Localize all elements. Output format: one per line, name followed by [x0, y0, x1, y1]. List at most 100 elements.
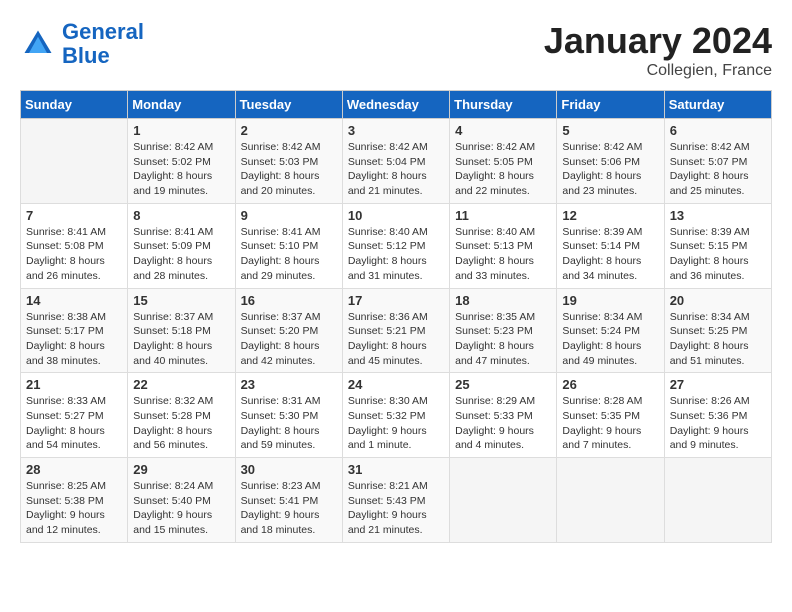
logo-line2: Blue	[62, 43, 110, 68]
day-number: 1	[133, 123, 229, 138]
day-info: Sunrise: 8:25 AM Sunset: 5:38 PM Dayligh…	[26, 479, 122, 538]
day-number: 30	[241, 462, 337, 477]
day-number: 7	[26, 208, 122, 223]
day-info: Sunrise: 8:34 AM Sunset: 5:24 PM Dayligh…	[562, 310, 658, 369]
day-info: Sunrise: 8:39 AM Sunset: 5:15 PM Dayligh…	[670, 225, 766, 284]
day-number: 16	[241, 293, 337, 308]
calendar-day-cell: 28 Sunrise: 8:25 AM Sunset: 5:38 PM Dayli…	[21, 458, 128, 543]
day-info: Sunrise: 8:33 AM Sunset: 5:27 PM Dayligh…	[26, 394, 122, 453]
day-number: 20	[670, 293, 766, 308]
calendar-day-cell: 5 Sunrise: 8:42 AM Sunset: 5:06 PM Daylig…	[557, 119, 664, 204]
calendar-day-cell: 25Sunrise: 8:29 AM Sunset: 5:33 PM Dayli…	[450, 373, 557, 458]
calendar-day-cell: 7Sunrise: 8:41 AM Sunset: 5:08 PM Daylig…	[21, 203, 128, 288]
calendar-day-cell: 16 Sunrise: 8:37 AM Sunset: 5:20 PM Dayli…	[235, 288, 342, 373]
day-info: Sunrise: 8:40 AM Sunset: 5:13 PM Dayligh…	[455, 225, 551, 284]
day-info: Sunrise: 8:34 AM Sunset: 5:25 PM Dayligh…	[670, 310, 766, 369]
calendar-day-cell: 30 Sunrise: 8:23 AM Sunset: 5:41 PM Dayli…	[235, 458, 342, 543]
calendar-week-row: 28 Sunrise: 8:25 AM Sunset: 5:38 PM Dayli…	[21, 458, 772, 543]
day-number: 9	[241, 208, 337, 223]
calendar-day-cell: 8Sunrise: 8:41 AM Sunset: 5:09 PM Daylig…	[128, 203, 235, 288]
day-info: Sunrise: 8:21 AM Sunset: 5:43 PM Dayligh…	[348, 479, 444, 538]
day-info: Sunrise: 8:41 AM Sunset: 5:10 PM Dayligh…	[241, 225, 337, 284]
day-info: Sunrise: 8:31 AM Sunset: 5:30 PM Dayligh…	[241, 394, 337, 453]
calendar-day-cell: 27Sunrise: 8:26 AM Sunset: 5:36 PM Dayli…	[664, 373, 771, 458]
day-number: 14	[26, 293, 122, 308]
day-info: Sunrise: 8:24 AM Sunset: 5:40 PM Dayligh…	[133, 479, 229, 538]
calendar-day-cell: 22Sunrise: 8:32 AM Sunset: 5:28 PM Dayli…	[128, 373, 235, 458]
calendar-week-row: 7Sunrise: 8:41 AM Sunset: 5:08 PM Daylig…	[21, 203, 772, 288]
calendar-day-cell	[450, 458, 557, 543]
day-number: 5	[562, 123, 658, 138]
calendar-day-cell: 13 Sunrise: 8:39 AM Sunset: 5:15 PM Dayli…	[664, 203, 771, 288]
day-info: Sunrise: 8:35 AM Sunset: 5:23 PM Dayligh…	[455, 310, 551, 369]
day-number: 2	[241, 123, 337, 138]
day-info: Sunrise: 8:42 AM Sunset: 5:07 PM Dayligh…	[670, 140, 766, 199]
day-info: Sunrise: 8:38 AM Sunset: 5:17 PM Dayligh…	[26, 310, 122, 369]
calendar-day-cell: 26 Sunrise: 8:28 AM Sunset: 5:35 PM Dayli…	[557, 373, 664, 458]
calendar-day-cell: 20 Sunrise: 8:34 AM Sunset: 5:25 PM Dayli…	[664, 288, 771, 373]
calendar-day-cell: 11 Sunrise: 8:40 AM Sunset: 5:13 PM Dayli…	[450, 203, 557, 288]
day-info: Sunrise: 8:37 AM Sunset: 5:20 PM Dayligh…	[241, 310, 337, 369]
day-number: 26	[562, 377, 658, 392]
day-info: Sunrise: 8:36 AM Sunset: 5:21 PM Dayligh…	[348, 310, 444, 369]
day-info: Sunrise: 8:42 AM Sunset: 5:05 PM Dayligh…	[455, 140, 551, 199]
day-number: 3	[348, 123, 444, 138]
calendar-day-cell: 24Sunrise: 8:30 AM Sunset: 5:32 PM Dayli…	[342, 373, 449, 458]
day-info: Sunrise: 8:28 AM Sunset: 5:35 PM Dayligh…	[562, 394, 658, 453]
day-number: 25	[455, 377, 551, 392]
logo-text: General Blue	[62, 20, 144, 68]
calendar-day-cell	[664, 458, 771, 543]
day-number: 13	[670, 208, 766, 223]
day-info: Sunrise: 8:37 AM Sunset: 5:18 PM Dayligh…	[133, 310, 229, 369]
day-info: Sunrise: 8:42 AM Sunset: 5:06 PM Dayligh…	[562, 140, 658, 199]
calendar-day-cell: 3Sunrise: 8:42 AM Sunset: 5:04 PM Daylig…	[342, 119, 449, 204]
day-info: Sunrise: 8:42 AM Sunset: 5:02 PM Dayligh…	[133, 140, 229, 199]
day-number: 24	[348, 377, 444, 392]
calendar-day-cell: 6 Sunrise: 8:42 AM Sunset: 5:07 PM Daylig…	[664, 119, 771, 204]
day-number: 28	[26, 462, 122, 477]
day-number: 4	[455, 123, 551, 138]
day-number: 27	[670, 377, 766, 392]
location: Collegien, France	[544, 62, 772, 80]
day-number: 31	[348, 462, 444, 477]
calendar-day-cell: 10 Sunrise: 8:40 AM Sunset: 5:12 PM Dayli…	[342, 203, 449, 288]
calendar-day-cell: 29 Sunrise: 8:24 AM Sunset: 5:40 PM Dayli…	[128, 458, 235, 543]
day-number: 29	[133, 462, 229, 477]
day-info: Sunrise: 8:41 AM Sunset: 5:09 PM Dayligh…	[133, 225, 229, 284]
calendar-day-cell: 23 Sunrise: 8:31 AM Sunset: 5:30 PM Dayli…	[235, 373, 342, 458]
day-of-week-header: Monday	[128, 91, 235, 119]
calendar-day-cell: 15Sunrise: 8:37 AM Sunset: 5:18 PM Dayli…	[128, 288, 235, 373]
calendar-header-row: SundayMondayTuesdayWednesdayThursdayFrid…	[21, 91, 772, 119]
day-info: Sunrise: 8:23 AM Sunset: 5:41 PM Dayligh…	[241, 479, 337, 538]
day-of-week-header: Tuesday	[235, 91, 342, 119]
calendar-day-cell: 2 Sunrise: 8:42 AM Sunset: 5:03 PM Daylig…	[235, 119, 342, 204]
calendar-day-cell	[557, 458, 664, 543]
day-of-week-header: Thursday	[450, 91, 557, 119]
day-info: Sunrise: 8:39 AM Sunset: 5:14 PM Dayligh…	[562, 225, 658, 284]
day-number: 12	[562, 208, 658, 223]
day-number: 21	[26, 377, 122, 392]
calendar-day-cell: 21 Sunrise: 8:33 AM Sunset: 5:27 PM Dayli…	[21, 373, 128, 458]
logo: General Blue	[20, 20, 144, 68]
calendar-day-cell: 18Sunrise: 8:35 AM Sunset: 5:23 PM Dayli…	[450, 288, 557, 373]
calendar-week-row: 14 Sunrise: 8:38 AM Sunset: 5:17 PM Dayli…	[21, 288, 772, 373]
day-number: 11	[455, 208, 551, 223]
calendar-day-cell: 31 Sunrise: 8:21 AM Sunset: 5:43 PM Dayli…	[342, 458, 449, 543]
day-of-week-header: Saturday	[664, 91, 771, 119]
day-of-week-header: Sunday	[21, 91, 128, 119]
calendar-table: SundayMondayTuesdayWednesdayThursdayFrid…	[20, 90, 772, 543]
calendar-day-cell: 14 Sunrise: 8:38 AM Sunset: 5:17 PM Dayli…	[21, 288, 128, 373]
day-number: 23	[241, 377, 337, 392]
day-of-week-header: Wednesday	[342, 91, 449, 119]
day-number: 22	[133, 377, 229, 392]
day-info: Sunrise: 8:40 AM Sunset: 5:12 PM Dayligh…	[348, 225, 444, 284]
calendar-day-cell: 12 Sunrise: 8:39 AM Sunset: 5:14 PM Dayli…	[557, 203, 664, 288]
calendar-week-row: 21 Sunrise: 8:33 AM Sunset: 5:27 PM Dayli…	[21, 373, 772, 458]
day-number: 17	[348, 293, 444, 308]
day-number: 19	[562, 293, 658, 308]
calendar-day-cell: 9 Sunrise: 8:41 AM Sunset: 5:10 PM Daylig…	[235, 203, 342, 288]
day-number: 6	[670, 123, 766, 138]
day-of-week-header: Friday	[557, 91, 664, 119]
day-number: 10	[348, 208, 444, 223]
day-info: Sunrise: 8:42 AM Sunset: 5:03 PM Dayligh…	[241, 140, 337, 199]
